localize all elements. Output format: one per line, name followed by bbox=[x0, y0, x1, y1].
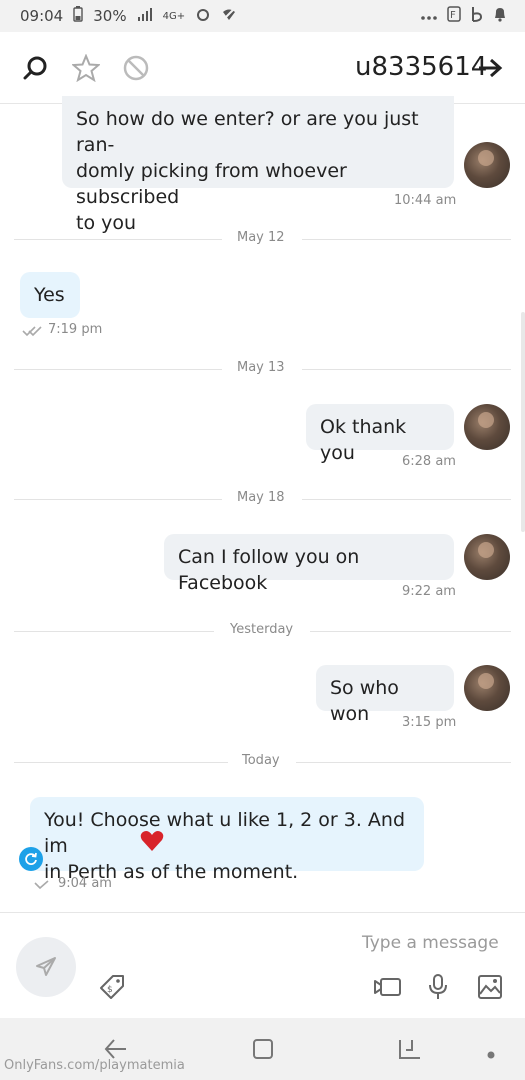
message-bubble: Can I follow you on Facebook bbox=[164, 534, 454, 594]
more-dots-icon bbox=[421, 8, 437, 25]
date-label: May 12 bbox=[237, 230, 285, 245]
date-label: May 13 bbox=[237, 360, 285, 375]
star-icon[interactable] bbox=[72, 54, 100, 82]
message-bubble: So how do we enter? or are you just ran-… bbox=[62, 96, 454, 234]
avatar[interactable] bbox=[464, 665, 510, 711]
heart-emoji-icon bbox=[140, 830, 164, 857]
avatar[interactable] bbox=[464, 534, 510, 580]
clock: 09:04 bbox=[20, 7, 64, 25]
message-time: 7:19 pm bbox=[48, 322, 103, 337]
date-divider: Yesterday bbox=[14, 621, 511, 641]
microphone-icon[interactable] bbox=[424, 973, 452, 1001]
wifi-off-icon bbox=[221, 6, 237, 26]
message-time: 6:28 am bbox=[402, 454, 456, 469]
double-check-icon bbox=[22, 324, 44, 342]
date-divider: May 12 bbox=[14, 229, 511, 249]
date-divider: Today bbox=[14, 752, 511, 772]
scrollbar[interactable] bbox=[521, 312, 525, 532]
message-bubble: Yes bbox=[20, 272, 80, 318]
message-bubble: You! Choose what u like 1, 2 or 3. And i… bbox=[30, 797, 424, 883]
send-icon bbox=[36, 957, 56, 976]
price-tag-icon[interactable]: $ bbox=[98, 973, 126, 1001]
battery-level: 30% bbox=[93, 7, 127, 25]
send-button[interactable] bbox=[16, 937, 76, 997]
dot-nav-icon[interactable] bbox=[487, 1046, 495, 1064]
home-nav-icon[interactable] bbox=[252, 1038, 274, 1065]
date-label: Yesterday bbox=[230, 622, 294, 637]
network-type: 4G+ bbox=[162, 10, 186, 22]
resend-icon[interactable] bbox=[19, 847, 43, 871]
notification-bell-icon bbox=[493, 6, 507, 26]
chat-title: u8335614 bbox=[355, 52, 488, 82]
message-input[interactable]: Type a message bbox=[362, 933, 499, 953]
search-icon[interactable] bbox=[22, 54, 50, 82]
message-time: 10:44 am bbox=[394, 193, 457, 208]
single-check-icon bbox=[34, 878, 50, 896]
watermark: OnlyFans.com/playmatemia bbox=[4, 1058, 185, 1073]
date-label: Today bbox=[242, 753, 280, 768]
chat-header: u8335614 bbox=[0, 32, 525, 104]
avatar[interactable] bbox=[464, 142, 510, 188]
message-composer: Type a message $ bbox=[0, 912, 525, 1016]
avatar[interactable] bbox=[464, 404, 510, 450]
message-bubble: So who won bbox=[316, 665, 454, 725]
alarm-icon bbox=[195, 6, 211, 26]
image-icon[interactable] bbox=[476, 973, 504, 1001]
message-time: 3:15 pm bbox=[402, 715, 457, 730]
back-arrow-icon[interactable] bbox=[476, 54, 504, 82]
status-bar: 09:04 30% 4G+ F bbox=[0, 0, 525, 32]
message-time: 9:22 am bbox=[402, 584, 456, 599]
date-divider: May 18 bbox=[14, 489, 511, 509]
block-icon[interactable] bbox=[122, 54, 150, 82]
recents-nav-icon[interactable] bbox=[398, 1038, 422, 1065]
battery-icon bbox=[73, 6, 83, 26]
svg-text:$: $ bbox=[107, 985, 113, 995]
date-divider: May 13 bbox=[14, 359, 511, 379]
date-label: May 18 bbox=[237, 490, 285, 505]
message-time: 9:04 am bbox=[58, 876, 112, 891]
message-bubble: Ok thank you bbox=[306, 404, 454, 464]
signal-icon bbox=[137, 7, 153, 25]
svg-text:F: F bbox=[450, 10, 456, 21]
b-icon bbox=[471, 6, 483, 26]
app-notification-icon: F bbox=[447, 6, 461, 26]
video-icon[interactable] bbox=[374, 973, 402, 1001]
